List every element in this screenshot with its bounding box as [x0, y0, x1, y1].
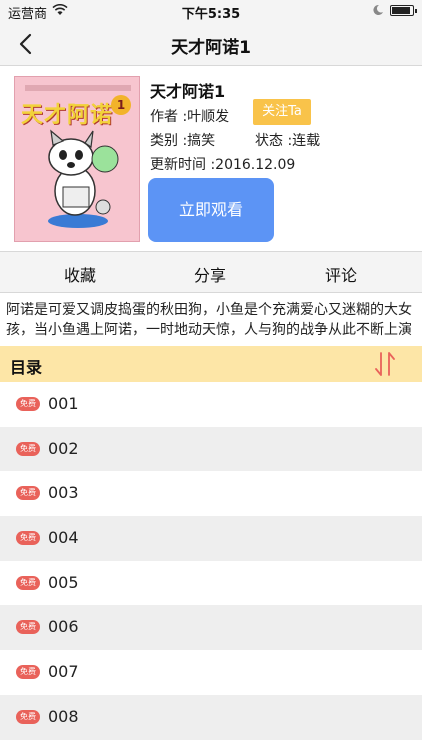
battery-fill: [392, 7, 410, 14]
chapter-name: 008: [48, 706, 79, 726]
moon-icon: [373, 4, 383, 15]
chapter-row[interactable]: 免费 002: [0, 426, 422, 472]
comment-button[interactable]: 评论: [311, 262, 371, 286]
book-description: 阿诺是可爱又调皮捣蛋的秋田狗，小鱼是个充满爱心又迷糊的大女孩，当小鱼遇上阿诺，一…: [6, 302, 412, 338]
book-info: 天才阿诺 1 天才阿诺1 作者 :叶顺发 关注Ta 类别 :搞笑 状态 :连载 …: [0, 66, 422, 251]
author-label: 作者 :叶顺发: [150, 109, 230, 125]
cover-title: 天才阿诺: [21, 103, 114, 128]
cover-volume-badge: 1: [111, 95, 131, 115]
updated-label: 更新时间 :2016.12.09: [150, 157, 296, 173]
catalog-title: 目录: [10, 358, 43, 377]
cover-caption-line: [25, 85, 131, 91]
chapter-name: 005: [48, 572, 79, 592]
free-badge: 免费: [16, 709, 40, 724]
free-badge: 免费: [16, 665, 40, 680]
catalog-header: 目录: [0, 346, 422, 382]
status-bar: 运营商 下午5:35: [0, 0, 422, 22]
chapter-name: 002: [48, 438, 79, 458]
chapter-row[interactable]: 免费 006: [0, 605, 422, 651]
chapter-list: 免费 001 免费 002 免费 003 免费 004 免费 005 免费 006 免费 007 免费 008: [0, 382, 422, 740]
chapter-row[interactable]: 免费 005: [0, 561, 422, 606]
chapter-row[interactable]: 免费 007: [0, 650, 422, 695]
category-label: 类别 :搞笑: [150, 133, 216, 149]
book-title: 天才阿诺1: [150, 82, 226, 101]
free-badge: 免费: [16, 397, 40, 411]
action-bar: 收藏 分享 评论: [0, 251, 422, 293]
chapter-name: 001: [48, 394, 79, 413]
free-badge: 免费: [16, 620, 40, 635]
chapter-row[interactable]: 免费 003: [0, 471, 422, 516]
chapter-name: 007: [48, 662, 79, 682]
follow-button[interactable]: 关注Ta: [253, 99, 311, 125]
free-badge: 免费: [16, 531, 40, 546]
nav-bar: 天才阿诺1: [0, 22, 422, 66]
chapter-row[interactable]: 免费 004: [0, 516, 422, 561]
free-badge: 免费: [16, 486, 40, 501]
sort-order-icon[interactable]: [372, 350, 398, 378]
chapter-name: 006: [48, 617, 79, 637]
free-badge: 免费: [16, 441, 40, 456]
status-label: 状态 :连载: [255, 133, 321, 149]
chapter-name: 004: [48, 528, 79, 548]
book-cover[interactable]: 天才阿诺 1: [14, 76, 140, 242]
chapter-row[interactable]: 免费 008: [0, 694, 422, 740]
free-badge: 免费: [16, 575, 40, 590]
chapter-row[interactable]: 免费 001: [0, 382, 422, 427]
status-time: 下午5:35: [181, 7, 241, 22]
collect-button[interactable]: 收藏: [50, 262, 110, 286]
dog-illustration-icon: [48, 129, 119, 228]
watch-now-button[interactable]: 立即观看: [148, 178, 274, 242]
share-button[interactable]: 分享: [180, 262, 240, 286]
chapter-name: 003: [48, 483, 79, 503]
page-title: 天才阿诺1: [171, 38, 251, 58]
battery-icon: [390, 5, 417, 16]
